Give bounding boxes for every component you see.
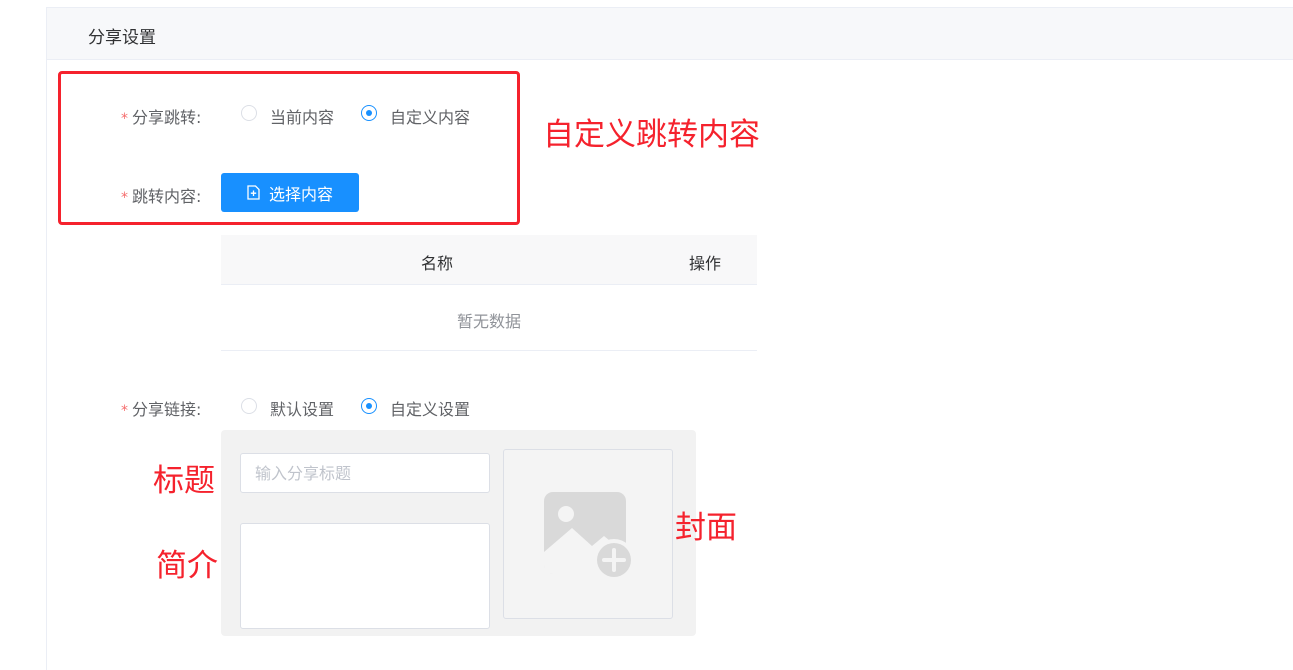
table-empty-row: 暂无数据 bbox=[221, 285, 757, 351]
radio-custom-settings-label[interactable]: 自定义设置 bbox=[390, 396, 470, 420]
annotation-description: 简介 bbox=[156, 548, 218, 584]
annotation-cover: 封面 bbox=[675, 510, 737, 546]
column-header-name: 名称 bbox=[421, 254, 454, 273]
panel-title: 分享设置 bbox=[88, 28, 156, 48]
table-header: 名称 操作 bbox=[221, 235, 757, 285]
content-table: 名称 操作 暂无数据 bbox=[221, 235, 757, 351]
share-link-label-wrap: * 分享链接: bbox=[121, 396, 201, 420]
share-description-textarea[interactable] bbox=[240, 523, 490, 629]
radio-custom-settings[interactable] bbox=[361, 398, 377, 414]
cover-upload[interactable] bbox=[503, 449, 673, 619]
image-add-icon bbox=[544, 492, 635, 581]
panel-header: 分享设置 bbox=[47, 8, 1293, 60]
empty-text: 暂无数据 bbox=[456, 312, 521, 331]
required-mark: * bbox=[121, 403, 128, 419]
annotation-title: 标题 bbox=[153, 463, 215, 499]
share-link-label: 分享链接: bbox=[132, 400, 202, 419]
radio-default-settings-label[interactable]: 默认设置 bbox=[270, 396, 334, 420]
radio-default-settings[interactable] bbox=[241, 398, 257, 414]
annotation-custom-jump: 自定义跳转内容 bbox=[543, 117, 760, 153]
annotation-highlight-box bbox=[58, 71, 520, 225]
column-header-action: 操作 bbox=[689, 254, 722, 273]
share-title-input[interactable] bbox=[240, 453, 490, 493]
